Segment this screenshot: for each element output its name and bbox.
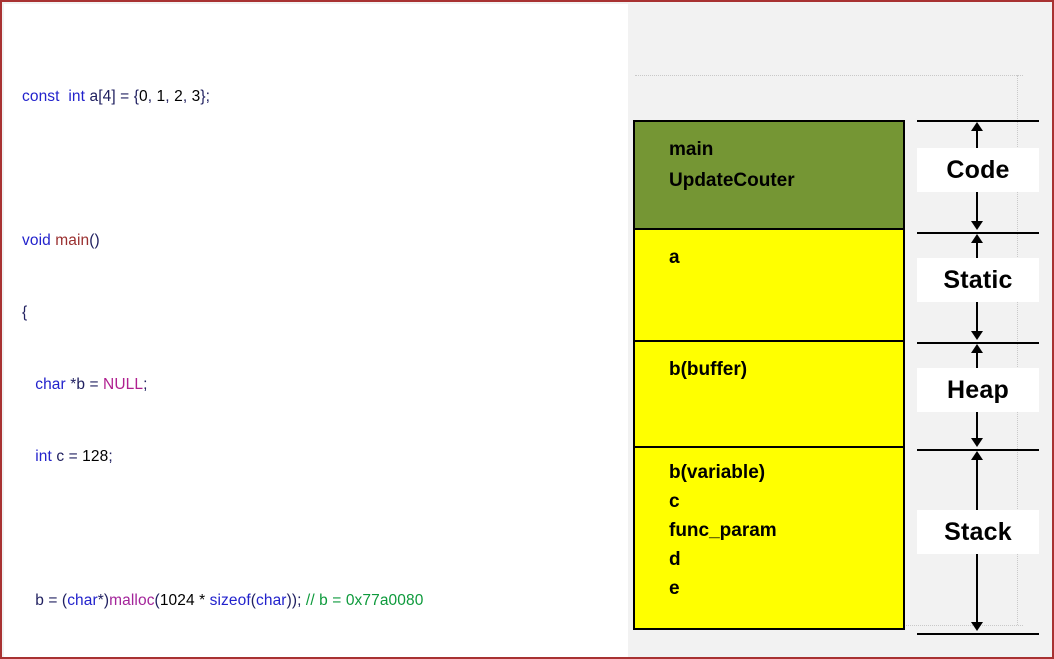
arrow-head-up-heap (971, 344, 983, 353)
region-divider-4 (917, 633, 1039, 635)
memory-block-heap-item-0: b(buffer) (669, 354, 903, 385)
memory-region-column: Code Static Heap Stack (917, 120, 1041, 634)
memory-block-stack-item-3: d (669, 545, 903, 574)
code-panel: const int a[4] = {0, 1, 2, 3}; void main… (4, 4, 629, 659)
arrow-head-up-stack (971, 451, 983, 460)
memory-block-heap: b(buffer) (633, 342, 905, 448)
code-line: const int a[4] = {0, 1, 2, 3}; (22, 85, 622, 109)
memory-block-column: main UpdateCouter a b(buffer) b(variable… (633, 120, 905, 630)
region-label-code: Code (917, 148, 1039, 192)
memory-block-static: a (633, 230, 905, 342)
region-label-stack: Stack (917, 510, 1039, 554)
memory-block-code: main UpdateCouter (633, 120, 905, 230)
code-line: char *b = NULL; (22, 373, 622, 397)
code-line-blank (22, 517, 622, 541)
slide-canvas: const int a[4] = {0, 1, 2, 3}; void main… (0, 0, 1054, 659)
code-listing: const int a[4] = {0, 1, 2, 3}; void main… (22, 13, 622, 659)
code-line: b = (char*)malloc(1024 * sizeof(char)); … (22, 589, 622, 613)
arrow-head-down-static (971, 331, 983, 340)
memory-block-stack: b(variable) c func_param d e (633, 448, 905, 630)
memory-block-code-item-0: main (669, 134, 903, 165)
guide-line-horizontal-top (635, 75, 1023, 76)
arrow-head-down-stack (971, 622, 983, 631)
region-label-heap: Heap (917, 368, 1039, 412)
memory-block-stack-item-4: e (669, 574, 903, 603)
memory-layout-diagram: main UpdateCouter a b(buffer) b(variable… (629, 4, 1050, 655)
arrow-head-down-code (971, 221, 983, 230)
code-line: { (22, 301, 622, 325)
memory-block-stack-item-1: c (669, 487, 903, 516)
memory-block-code-item-1: UpdateCouter (669, 165, 903, 196)
memory-block-static-item-0: a (669, 242, 903, 273)
code-line: void main() (22, 229, 622, 253)
memory-block-stack-item-0: b(variable) (669, 458, 903, 487)
arrow-head-down-heap (971, 438, 983, 447)
region-label-static: Static (917, 258, 1039, 302)
code-line-blank (22, 157, 622, 181)
arrow-head-up-static (971, 234, 983, 243)
arrow-head-up-code (971, 122, 983, 131)
memory-block-stack-item-2: func_param (669, 516, 903, 545)
code-line: int c = 128; (22, 445, 622, 469)
